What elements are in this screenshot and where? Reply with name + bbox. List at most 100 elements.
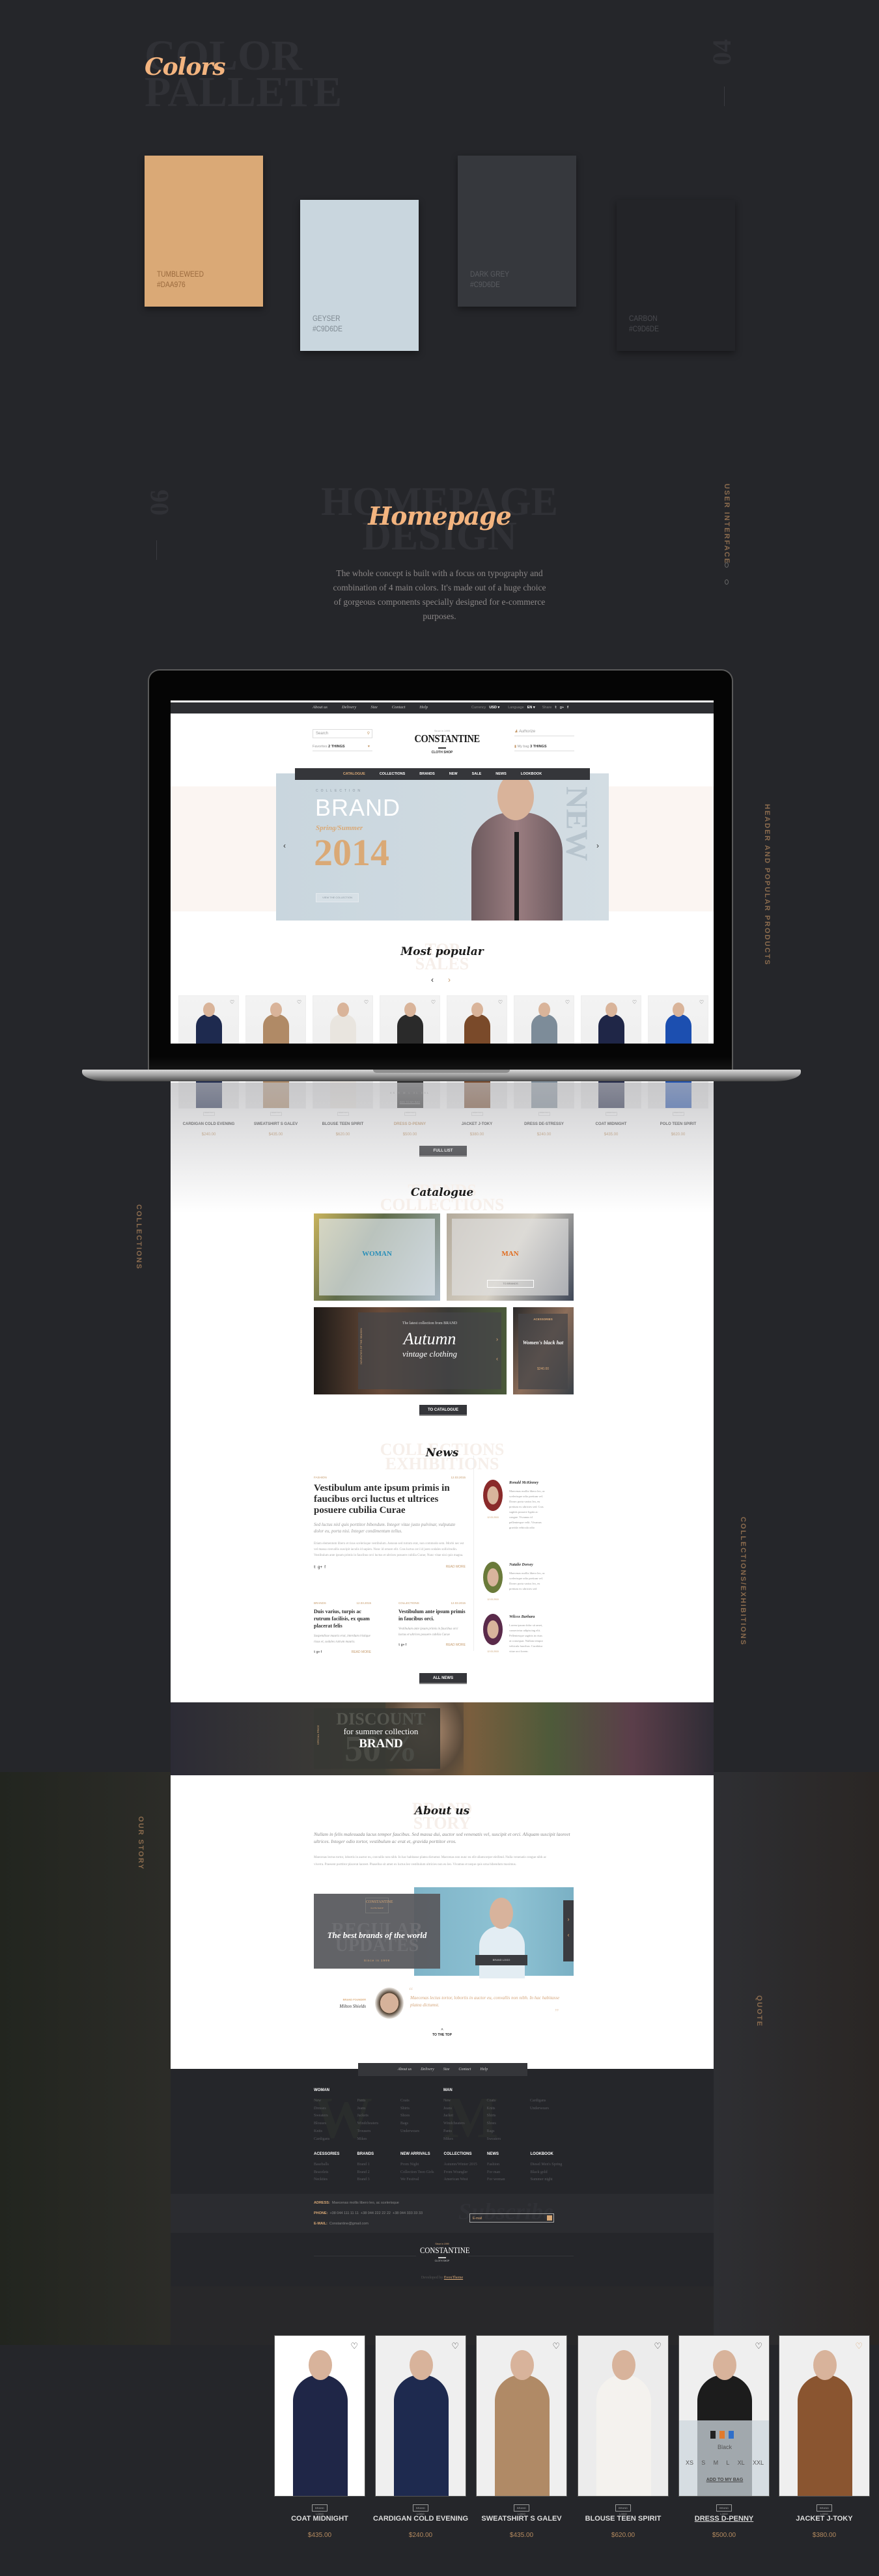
nav-item-new[interactable]: NEW: [449, 772, 458, 776]
developer-link[interactable]: EvoxTheme: [444, 2276, 463, 2280]
product-name[interactable]: DRESS D-PENNY: [376, 1122, 443, 1126]
product-name[interactable]: SWEATSHIRT S GALEV: [473, 2515, 570, 2523]
size-option[interactable]: XL: [738, 2459, 745, 2466]
footer-link[interactable]: Pants: [443, 2129, 452, 2133]
next-arrow[interactable]: ›: [563, 1916, 574, 1922]
footer-link[interactable]: From Wrangler: [444, 2170, 468, 2174]
nav-item-sale[interactable]: SALE: [472, 772, 482, 776]
footer-nav-link[interactable]: Delivery: [421, 2068, 434, 2071]
product-name[interactable]: CARDIGAN COLD EVENING: [372, 2515, 469, 2523]
my-bag-link[interactable]: ▮ My bag 3 THINGS: [514, 745, 574, 751]
product-name[interactable]: JACKET J-TOKY: [775, 2515, 873, 2523]
color-option[interactable]: [710, 2431, 716, 2439]
currency-select[interactable]: USD ▾: [489, 706, 499, 710]
nav-item-news[interactable]: NEWS: [495, 772, 507, 776]
next-arrow[interactable]: ›: [496, 1336, 498, 1342]
woman-tile[interactable]: WOMAN: [314, 1213, 440, 1301]
read-more-link[interactable]: READ MORE: [352, 1650, 371, 1654]
heart-icon[interactable]: ♡: [297, 999, 301, 1005]
footer-link[interactable]: Shirts: [400, 2107, 410, 2111]
heart-icon[interactable]: ♡: [350, 2341, 358, 2351]
size-option[interactable]: XXL: [753, 2459, 764, 2466]
commenter-name[interactable]: Natalie Dorsey: [509, 1563, 533, 1567]
subscribe-submit-icon[interactable]: [547, 2215, 552, 2221]
product-card[interactable]: ♡: [779, 2335, 870, 2497]
footer-link[interactable]: Cardigans: [314, 2137, 329, 2141]
search-icon[interactable]: ⚲: [367, 731, 370, 736]
share-icons[interactable]: 𝕥 g+ f: [314, 1565, 326, 1570]
footer-link[interactable]: New: [443, 2099, 451, 2103]
footer-link[interactable]: Bracelets: [314, 2170, 328, 2174]
heart-icon[interactable]: ♡: [364, 999, 369, 1005]
heart-icon[interactable]: ♡: [565, 999, 570, 1005]
autumn-tile[interactable]: NOVELTIES OF THE SEASON The latest colle…: [314, 1307, 507, 1394]
size-options[interactable]: XS S M L XL XXL: [380, 1091, 440, 1094]
to-brands-button[interactable]: TO BRANDS: [487, 1280, 534, 1288]
footer-link[interactable]: Brand 1: [357, 2163, 370, 2167]
product-card[interactable]: ♡ Black XS S M L XL XXL ADD TO MY BAG: [678, 2335, 770, 2497]
next-slide-arrow[interactable]: ›: [596, 841, 599, 850]
product-name[interactable]: POLO TEEN SPIRIT: [645, 1122, 712, 1126]
share-icons[interactable]: 𝕥 g+ f: [398, 1643, 406, 1647]
footer-group-title[interactable]: LOOKBOOK: [531, 2152, 553, 2156]
footer-link[interactable]: Windcheaters: [443, 2122, 465, 2126]
topbar-link[interactable]: Delivery: [342, 705, 356, 710]
footer-link[interactable]: Sweaters: [487, 2137, 501, 2141]
footer-link[interactable]: For woman: [487, 2178, 505, 2181]
topbar-link[interactable]: About us: [313, 705, 328, 710]
color-option[interactable]: [729, 2431, 734, 2439]
product-name[interactable]: SWEATSHIRT S GALEV: [242, 1122, 309, 1126]
product-name[interactable]: JACKET J-TOKY: [443, 1122, 510, 1126]
authorize-link[interactable]: ♟ Authorize: [514, 729, 574, 736]
footer-link[interactable]: Diesel Men's Spring: [531, 2163, 563, 2167]
footer-group-title[interactable]: COLLECTIONS: [444, 2152, 472, 2156]
twitter-icon[interactable]: 𝕥: [555, 706, 557, 710]
footer-link[interactable]: Knits: [314, 2129, 322, 2133]
article-category[interactable]: FASHION: [314, 1476, 327, 1479]
footer-link[interactable]: Windcheaters: [357, 2122, 379, 2126]
read-more-link[interactable]: READ MORE: [446, 1643, 466, 1647]
size-option[interactable]: XS: [686, 2459, 693, 2466]
product-name[interactable]: COAT MIDNIGHT: [271, 2515, 369, 2523]
brand-logo-button[interactable]: BRAND LOGO: [475, 1955, 527, 1965]
footer-link[interactable]: Black gold: [531, 2170, 548, 2174]
discount-banner[interactable]: DISCOUNT 50% SPECIAL PRICE for summer co…: [171, 1702, 714, 1775]
add-to-bag-button[interactable]: ADD TO MY BAG: [679, 2478, 769, 2482]
google-plus-icon[interactable]: g+: [560, 706, 564, 710]
product-card[interactable]: ♡: [274, 2335, 365, 2497]
footer-link[interactable]: Trousers: [357, 2129, 371, 2133]
footer-link[interactable]: Jeans: [357, 2107, 366, 2111]
footer-link[interactable]: Collection Teen Girls: [400, 2170, 434, 2174]
topbar-link[interactable]: Help: [419, 705, 428, 710]
footer-link[interactable]: Underwears: [400, 2129, 419, 2133]
nav-item-catalogue[interactable]: CATALOGUE: [343, 772, 365, 776]
to-catalogue-button[interactable]: TO CATALOGUE: [419, 1405, 467, 1416]
topbar-link[interactable]: Contact: [392, 705, 406, 710]
footer-group-title[interactable]: NEWS: [487, 2152, 499, 2156]
size-option[interactable]: S: [701, 2459, 705, 2466]
footer-link[interactable]: Shoes: [400, 2114, 410, 2118]
commenter-name[interactable]: Ronald McKinney: [509, 1481, 538, 1485]
product-card[interactable]: ♡: [476, 2335, 567, 2497]
footer-link[interactable]: Brand 3: [357, 2178, 370, 2181]
product-name[interactable]: CARDIGAN COLD EVENING: [175, 1122, 242, 1126]
footer-nav-link[interactable]: Size: [443, 2068, 450, 2071]
commenter-name[interactable]: Wilcox Barbara: [509, 1615, 535, 1619]
heart-icon[interactable]: ♡: [552, 2341, 560, 2351]
footer-link[interactable]: Jackets: [357, 2114, 369, 2118]
footer-link[interactable]: Mikes: [443, 2137, 453, 2141]
footer-link[interactable]: Prom Night: [400, 2163, 419, 2167]
heart-icon[interactable]: ♡: [498, 999, 503, 1005]
size-option[interactable]: L: [726, 2459, 729, 2466]
footer-link[interactable]: Neckties: [314, 2178, 328, 2181]
to-the-top-link[interactable]: ^ TO THE TOP: [410, 2029, 475, 2037]
footer-link[interactable]: Bags: [487, 2129, 495, 2133]
heart-icon[interactable]: ♡: [632, 999, 637, 1005]
footer-link[interactable]: Cardigans: [530, 2099, 546, 2103]
heart-icon[interactable]: ♡: [654, 2341, 662, 2351]
footer-link[interactable]: Sweaters: [314, 2114, 328, 2118]
size-option[interactable]: M: [714, 2459, 719, 2466]
article-headline[interactable]: Vestibulum ante ipsum primis in faucibus…: [398, 1608, 466, 1622]
footer-link[interactable]: Coats: [400, 2099, 410, 2103]
product-name[interactable]: BLOUSE TEEN SPIRIT: [309, 1122, 376, 1126]
